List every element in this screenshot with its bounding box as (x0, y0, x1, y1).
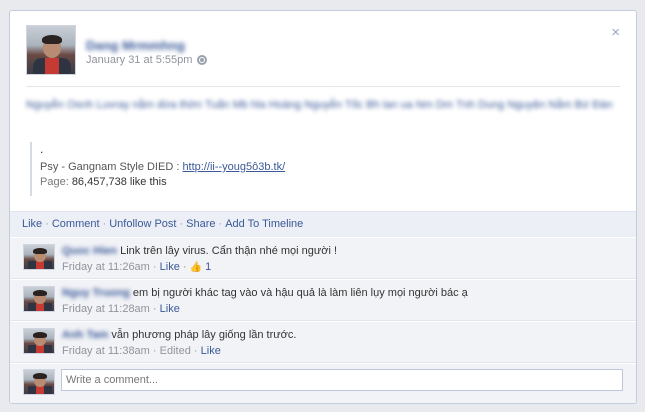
commenter-avatar[interactable] (23, 244, 55, 270)
comment-like-button[interactable]: Like (160, 261, 180, 273)
post-timestamp[interactable]: January 31 at 5:55pm (86, 54, 192, 66)
share-button[interactable]: Share (186, 218, 215, 230)
shared-bullet: . (40, 142, 44, 156)
comment-meta: Friday at 11:26am · Like · 👍 1 (62, 260, 211, 275)
comment-meta: Friday at 11:28am · Like (62, 302, 180, 316)
comment-button[interactable]: Comment (52, 218, 100, 230)
separator: · (179, 218, 184, 230)
shared-title-prefix: Psy - Gangnam Style DIED : (40, 161, 183, 173)
author-avatar[interactable] (26, 25, 76, 75)
comment-item: Nguy Truong em bị người khác tag vào và … (10, 279, 636, 321)
write-comment-area (10, 363, 636, 403)
header-divider (26, 86, 620, 87)
post-message: Nguyễn Osnh Luvray nằm dừa thờn Tuấn Mb … (26, 99, 613, 111)
viewer-avatar (23, 369, 55, 395)
shared-page: Page: 86,457,738 like this (40, 175, 530, 190)
comment-item: Anh Tam vẫn phương pháp lây giống lần tr… (10, 321, 636, 363)
comment-author[interactable]: Quoc Hien (62, 244, 117, 258)
comment-author[interactable]: Nguy Truong (62, 286, 130, 300)
separator: · (193, 345, 198, 357)
shared-page-value: 86,457,738 like this (71, 176, 167, 188)
separator: · (218, 218, 223, 230)
comment-text: em bị người khác tag vào và hậu quả là l… (132, 287, 468, 299)
like-button[interactable]: Like (22, 218, 42, 230)
shared-link[interactable]: http://ii--youg5ô3b.tk/ (182, 161, 285, 173)
comment-edited-label[interactable]: Edited (160, 345, 191, 357)
comment-like-button[interactable]: Like (201, 345, 221, 357)
comment-time[interactable]: Friday at 11:26am (62, 261, 150, 273)
comment-body: Anh Tam vẫn phương pháp lây giống lần tr… (62, 328, 296, 342)
comment-time[interactable]: Friday at 11:38am (62, 345, 150, 357)
commenter-avatar[interactable] (23, 286, 55, 312)
thumbs-up-icon[interactable]: 👍 (190, 262, 202, 273)
close-icon[interactable]: × (611, 25, 620, 40)
comment-like-count[interactable]: 1 (205, 261, 211, 273)
add-to-timeline-button[interactable]: Add To Timeline (225, 218, 303, 230)
comment-input[interactable] (61, 369, 623, 391)
comment-text: Link trên lây virus. Cẩn thận nhé mọi ng… (120, 245, 338, 257)
separator: · (152, 261, 157, 273)
shared-page-label: Page: (40, 176, 72, 188)
separator: · (182, 261, 187, 273)
comment-like-button[interactable]: Like (160, 303, 180, 315)
comment-author[interactable]: Anh Tam (62, 328, 108, 342)
comment-body: Nguy Truong em bị người khác tag vào và … (62, 286, 468, 300)
author-name[interactable]: Dang Mrmmhng (86, 38, 185, 53)
comment-text: vẫn phương pháp lây giống lần trước. (111, 329, 297, 341)
globe-icon[interactable] (197, 55, 208, 65)
separator: · (102, 218, 107, 230)
comment-meta: Friday at 11:38am · Edited · Like (62, 344, 221, 358)
unfollow-post-button[interactable]: Unfollow Post (109, 218, 176, 230)
comment-item: Quoc Hien Link trên lây virus. Cẩn thận … (10, 237, 636, 279)
post-actions-bar: Like · Comment · Unfollow Post · Share · Add To … (10, 211, 636, 237)
separator: · (45, 218, 49, 230)
shared-title: Psy - Gangnam Style DIED : http://ii--yo… (40, 160, 530, 175)
separator: · (152, 345, 157, 357)
separator: · (152, 303, 157, 315)
shared-attachment: . Psy - Gangnam Style DIED : http://ii--… (30, 142, 530, 196)
comment-time[interactable]: Friday at 11:28am (62, 303, 150, 315)
commenter-avatar[interactable] (23, 328, 55, 354)
post-card: × Dang Mrmmhng January 31 at 5:55pm Nguy… (9, 10, 637, 404)
comment-body: Quoc Hien Link trên lây virus. Cẩn thận … (62, 244, 337, 258)
post-meta: January 31 at 5:55pm (86, 54, 208, 66)
